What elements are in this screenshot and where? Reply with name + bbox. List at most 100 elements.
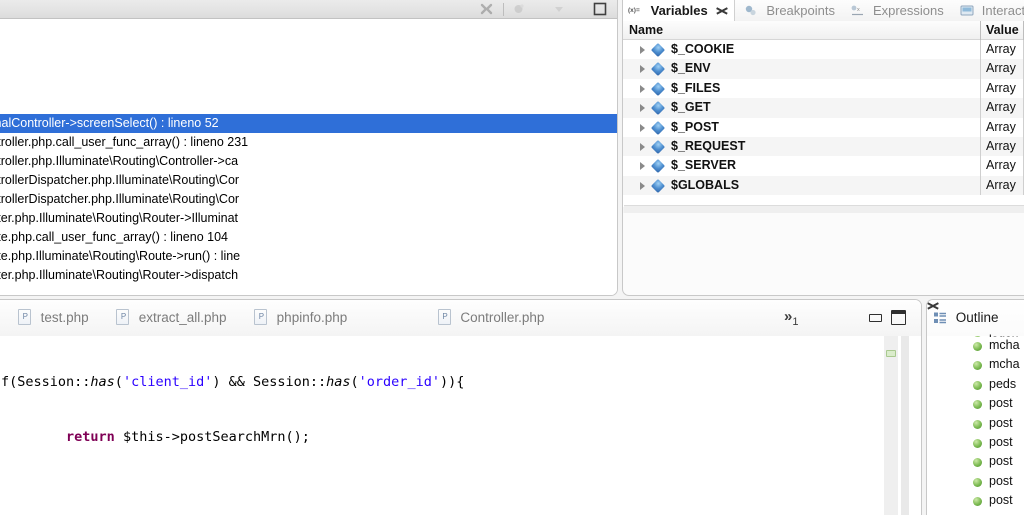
code-editor-text[interactable]: f(Session::has('client_id') && Session::… [0, 336, 883, 515]
debug-tree-row[interactable]: nline/vendor/laravel/framework/src/Illum… [0, 171, 618, 190]
outline-row-label: peds [989, 375, 1016, 394]
outline-row[interactable]: post [927, 433, 1024, 452]
debug-tree-row-thread[interactable]: h (suspended at line breakpoint ) [0, 95, 618, 114]
code-line[interactable]: f(Session::has('client_id') && Session::… [0, 373, 883, 391]
variables-table[interactable]: $_COOKIE Array $_ENV Array $_FILES Array [623, 40, 1024, 207]
debug-tree-row[interactable]: nline/vendor/laravel/framework/src/Illum… [0, 152, 618, 171]
expand-arrow-icon[interactable] [640, 46, 645, 54]
variable-row[interactable]: $GLOBALS Array [623, 176, 1024, 195]
expand-arrow-icon[interactable] [640, 104, 645, 112]
variables-horizontal-scrollbar[interactable] [624, 205, 1024, 213]
outline-row[interactable]: post [927, 414, 1024, 433]
array-variable-icon [651, 179, 665, 193]
outline-tree[interactable]: mcha mcha peds post post [927, 336, 1024, 515]
variable-row[interactable]: $_ENV Array [623, 59, 1024, 78]
variable-row[interactable]: $_COOKIE Array [623, 40, 1024, 59]
editor-tab-label: phpinfo.php [277, 310, 348, 325]
array-variable-icon [651, 140, 665, 154]
array-variable-icon [651, 43, 665, 57]
variable-value: Array [980, 40, 1016, 59]
code-line[interactable] [0, 483, 883, 501]
tab-expressions-label: Expressions [873, 3, 944, 18]
editor-tab-extract-all[interactable]: extract_all.php [104, 300, 239, 336]
outline-row[interactable]: mcha [927, 336, 1024, 355]
outline-row[interactable]: post [927, 491, 1024, 510]
expand-arrow-icon[interactable] [640, 162, 645, 170]
outline-row[interactable]: post [927, 452, 1024, 471]
code-line[interactable]: return $this->postSearchMrn(); [0, 428, 883, 446]
debug-tree-row[interactable]: plication] [0, 19, 618, 38]
editor-tab-baseexam[interactable]: BaseExam.php [0, 300, 2, 336]
member-public-icon [973, 458, 982, 467]
editor-tab-label: Controller.php [460, 310, 544, 325]
expand-arrow-icon[interactable] [640, 85, 645, 93]
debug-tree-row[interactable]: nline/vendor/laravel/framework/src/Illum… [0, 266, 618, 285]
expand-arrow-icon[interactable] [640, 124, 645, 132]
breakpoints-icon [744, 3, 760, 17]
tab-outline-label: Outline [956, 310, 999, 325]
variable-value: Array [980, 118, 1016, 137]
outline-row[interactable]: post [927, 472, 1024, 491]
editor-overview-ruler[interactable] [884, 336, 898, 515]
ruler-occurrence-marker[interactable] [886, 350, 896, 357]
variable-row[interactable]: $_POST Array [623, 118, 1024, 137]
debug-tree-row-selected[interactable]: nline/app/controllers/ProfessionalContro… [0, 114, 618, 133]
tab-variables[interactable]: (x)= Variables [623, 0, 735, 21]
debug-tree-row[interactable] [0, 76, 618, 95]
column-header-name[interactable]: Name [629, 21, 663, 40]
tab-breakpoints[interactable]: Breakpoints [739, 0, 842, 21]
disconnect-icon[interactable] [479, 1, 495, 17]
php-file-icon [254, 309, 267, 325]
variable-row[interactable]: $_SERVER Array [623, 156, 1024, 175]
variables-view: (x)= Variables Breakpoints [622, 0, 1024, 296]
close-icon[interactable] [716, 5, 727, 16]
editor-tab-phpinfo[interactable]: phpinfo.php [242, 300, 359, 336]
variable-name: $_COOKIE [671, 40, 734, 59]
expand-arrow-icon[interactable] [640, 182, 645, 190]
debug-view-toolbar [0, 0, 618, 19]
minimize-icon[interactable] [869, 314, 882, 322]
maximize-icon[interactable] [891, 310, 906, 325]
array-variable-icon [651, 82, 665, 96]
expand-arrow-icon[interactable] [640, 143, 645, 151]
expand-arrow-icon[interactable] [640, 65, 645, 73]
variables-icon: (x)= [628, 3, 644, 17]
debug-tree-row[interactable]: nline/vendor/laravel/framework/src/Illum… [0, 247, 618, 266]
editor-tab-controller[interactable]: Controller.php [426, 300, 557, 336]
editor-tabbar: PEDS.php BaseExam.php test.php extract_a… [0, 300, 922, 336]
array-variable-icon [651, 101, 665, 115]
variable-row[interactable]: $_REQUEST Array [623, 137, 1024, 156]
variable-value: Array [980, 156, 1016, 175]
php-file-icon [18, 309, 31, 325]
outline-row[interactable]: peds [927, 375, 1024, 394]
debug-tree-row[interactable]: P Web Application] [0, 57, 618, 76]
ide-window: plication] P Web Application] h (suspend… [0, 0, 1024, 515]
outline-row[interactable]: post [927, 394, 1024, 413]
view-menu-dropdown-icon[interactable] [551, 1, 567, 17]
variable-name: $_SERVER [671, 156, 736, 175]
debug-tree-row[interactable] [0, 38, 618, 57]
outline-row-label: post [989, 394, 1013, 413]
variable-name: $_ENV [671, 59, 711, 78]
member-public-icon [973, 478, 982, 487]
debug-stack-tree[interactable]: plication] P Web Application] h (suspend… [0, 19, 618, 295]
debug-tree-row[interactable]: nline/vendor/laravel/framework/src/Illum… [0, 190, 618, 209]
tab-expressions[interactable]: x Expressions [845, 0, 950, 21]
tab-interactive[interactable]: Interactive [954, 0, 1024, 21]
tab-breakpoints-label: Breakpoints [766, 3, 835, 18]
outline-row[interactable]: mcha [927, 355, 1024, 374]
editor-vertical-scrollbar[interactable] [901, 336, 909, 515]
editor-tab-overflow-button[interactable]: »1 [784, 308, 797, 328]
column-header-value[interactable]: Value [980, 21, 1019, 40]
remove-all-terminated-icon[interactable] [511, 1, 527, 17]
editor-view: PEDS.php BaseExam.php test.php extract_a… [0, 299, 922, 515]
variable-row[interactable]: $_GET Array [623, 98, 1024, 117]
maximize-icon[interactable] [592, 1, 608, 17]
debug-tree-row[interactable]: nline/vendor/laravel/framework/src/Illum… [0, 133, 618, 152]
debug-tree-row[interactable]: nline/vendor/laravel/framework/src/Illum… [0, 209, 618, 228]
svg-text:(x)=: (x)= [628, 7, 640, 14]
variable-value: Array [980, 59, 1016, 78]
editor-tab-test[interactable]: test.php [6, 300, 101, 336]
debug-tree-row[interactable]: nline/vendor/laravel/framework/src/Illum… [0, 228, 618, 247]
variable-row[interactable]: $_FILES Array [623, 79, 1024, 98]
